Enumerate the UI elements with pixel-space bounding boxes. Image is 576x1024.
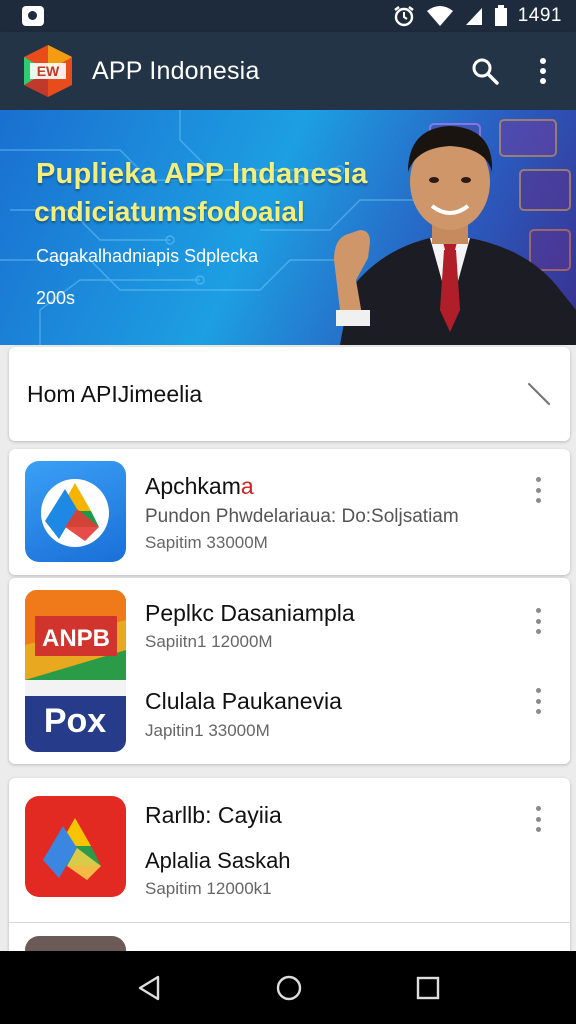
system-nav-bar — [0, 951, 576, 1024]
app-subname: Aplalia Saskah — [145, 848, 291, 873]
notification-icon — [22, 6, 44, 26]
banner-caption: Cagakalhadniapis Sdplecka — [36, 246, 259, 266]
banner-year: 200s — [36, 288, 76, 308]
back-icon[interactable] — [136, 974, 162, 1002]
promo-banner[interactable]: Puplieka APP Indanesia cndiciatumsfodoai… — [0, 110, 576, 345]
drive-app-icon — [25, 461, 126, 562]
more-options-icon[interactable] — [532, 688, 544, 714]
app-name: Rarllb: Cayiia — [145, 802, 282, 828]
next-app-icon-partial — [25, 936, 126, 951]
collapse-icon[interactable] — [526, 381, 552, 407]
signal-icon — [465, 8, 482, 25]
app-card[interactable]: Apchkama Pundon Phwdelariaua: Do:Soljsat… — [9, 449, 570, 575]
apnb-pox-app-icon: ANPB Pox — [25, 590, 126, 752]
app-description: Pundon Phwdelariaua: Do:Soljsatiam — [145, 506, 459, 527]
presenter-photo — [334, 126, 576, 345]
status-bar: 1491 — [0, 0, 576, 32]
app-name: Apchkama — [145, 473, 254, 499]
svg-text:Pox: Pox — [44, 702, 106, 740]
section-title: Hom APIJimeelia — [27, 380, 203, 407]
more-vert-icon[interactable] — [528, 56, 558, 86]
recents-icon[interactable] — [416, 976, 440, 1000]
app-card[interactable]: Rarllb: Cayiia Aplalia Saskah Sapitim 12… — [9, 778, 570, 951]
more-options-icon[interactable] — [532, 477, 544, 503]
divider — [9, 922, 570, 923]
app-name: Clulala Paukanevia — [145, 688, 342, 714]
alarm-icon — [393, 6, 414, 27]
svg-text:EW: EW — [37, 63, 60, 79]
status-time: 1491 — [517, 5, 562, 26]
app-title: APP Indonesia — [92, 56, 260, 85]
svg-text:ANPB: ANPB — [42, 625, 110, 652]
app-name-accent: a — [240, 473, 254, 499]
more-options-icon[interactable] — [532, 806, 544, 832]
drive-red-app-icon — [25, 796, 126, 897]
app-card-group[interactable]: ANPB Pox Peplkc Dasaniamplа Sapiitn1 120… — [9, 578, 570, 764]
banner-title: Puplieka APP Indanesia — [36, 158, 368, 190]
app-size: Sapiitn1 12000M — [145, 632, 273, 651]
app-size: Sapitim 12000k1 — [145, 879, 272, 898]
battery-icon — [494, 5, 507, 26]
app-bar: EW APP Indonesia — [0, 32, 576, 110]
app-size: Japitin1 33000M — [145, 721, 270, 740]
wifi-icon — [426, 6, 453, 26]
section-header-card[interactable]: Hom APIJimeelia — [9, 347, 570, 441]
more-options-icon[interactable] — [532, 608, 544, 634]
app-logo[interactable]: EW — [20, 43, 76, 99]
app-name: Peplkc Dasaniamplа — [145, 600, 355, 626]
search-icon[interactable] — [470, 56, 500, 86]
home-icon[interactable] — [275, 974, 303, 1002]
banner-subtitle: cndiciatumsfodoaial — [34, 196, 305, 227]
app-size: Sapitim 33000M — [145, 533, 268, 552]
